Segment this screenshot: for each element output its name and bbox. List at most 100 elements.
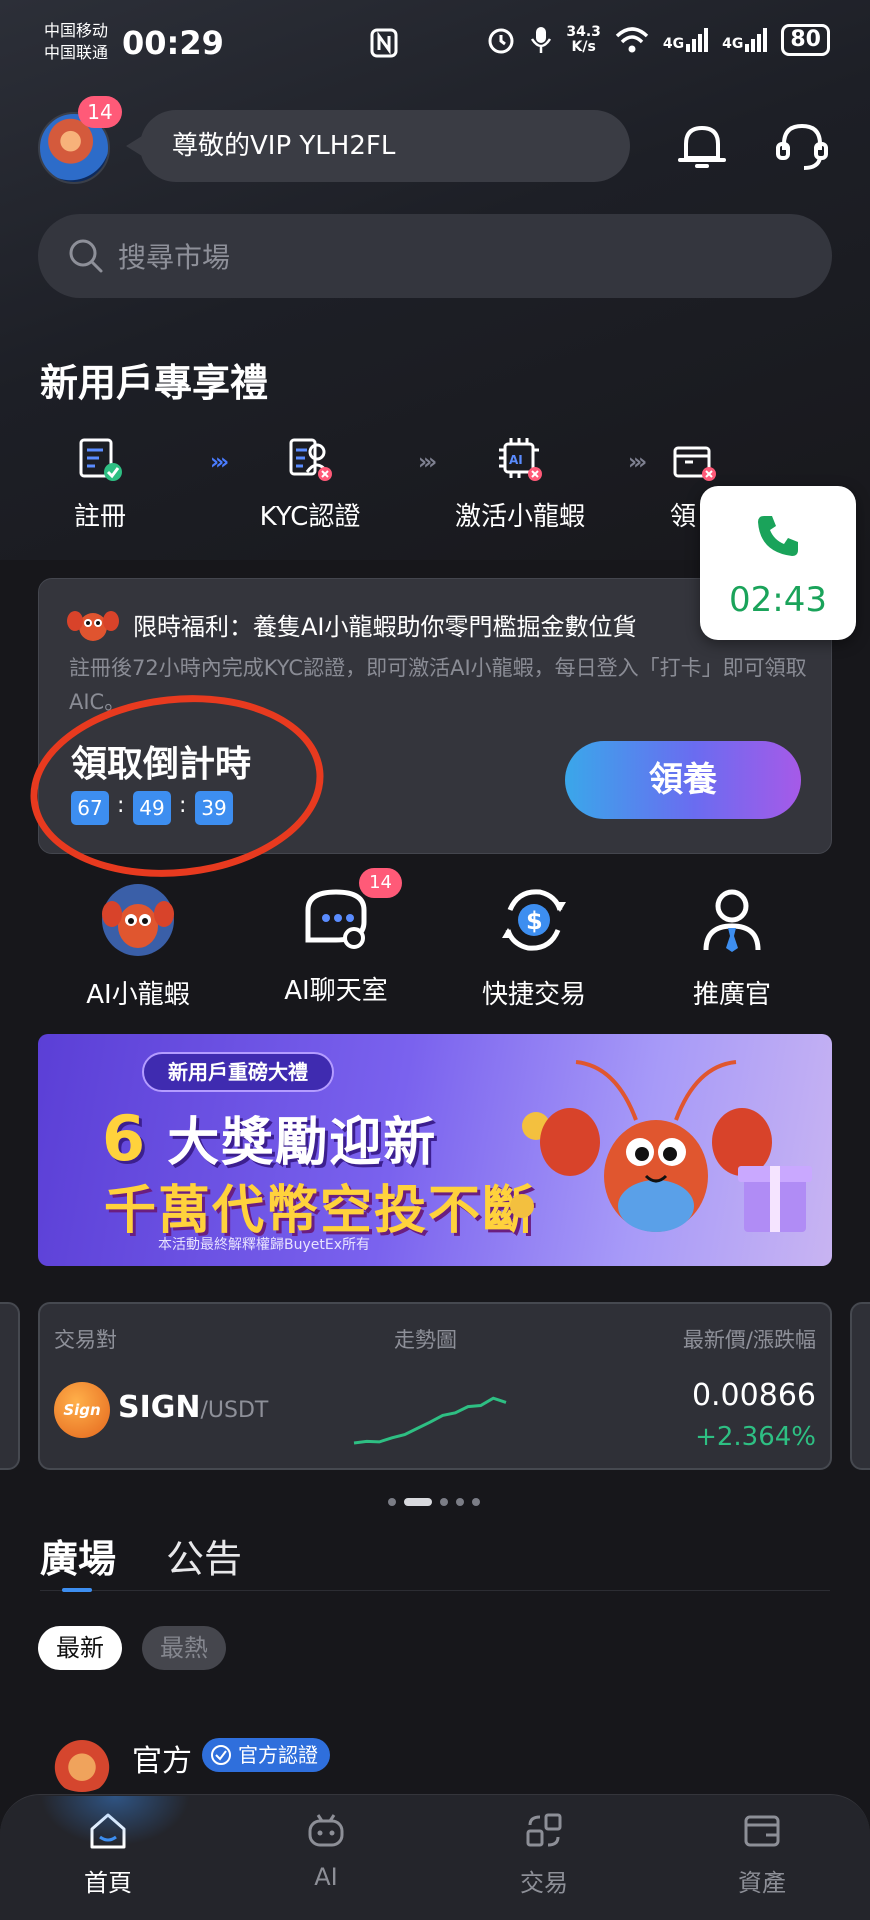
post-author-avatar[interactable] <box>46 1730 118 1792</box>
banner-headline-text: 大獎勵迎新 <box>167 1113 438 1173</box>
quick-entry-lobster[interactable]: AI小龍蝦 <box>38 880 238 1011</box>
gift-box-icon <box>673 446 716 481</box>
nav-ai-label: AI <box>314 1863 338 1891</box>
carousel-dot <box>388 1498 396 1506</box>
step-register-label: 註冊 <box>73 502 126 532</box>
lobster-mascot-illustration <box>510 1060 812 1232</box>
notification-bell-icon[interactable] <box>672 116 732 176</box>
chatroom-badge: 14 <box>359 868 402 898</box>
post-author-name[interactable]: 官方 <box>132 1736 192 1780</box>
tab-divider <box>40 1590 830 1591</box>
nav-ai[interactable]: AI <box>256 1809 396 1891</box>
signal-2: 4G <box>722 28 768 52</box>
status-icons: 34.3 K/s 4G 4G 80 <box>486 24 830 56</box>
nav-assets-label: 資產 <box>738 1869 786 1897</box>
carousel-dots <box>388 1498 480 1506</box>
quick-entry-label: AI小龍蝦 <box>86 980 190 1010</box>
nfc-icon <box>370 28 398 58</box>
signal-1-label: 4G <box>662 36 685 52</box>
quick-entry-chatroom[interactable]: 14 AI聊天室 <box>236 868 436 1007</box>
banner-headline-1: 6 大獎勵迎新 <box>102 1100 437 1175</box>
step-register[interactable]: 註冊 <box>10 436 190 533</box>
newcomer-section-title: 新用戶專享禮 <box>40 361 269 405</box>
quick-entry-quick-trade[interactable]: $ 快捷交易 <box>434 880 634 1011</box>
signal-bars-icon <box>686 28 709 52</box>
call-overlay[interactable]: 02:43 <box>700 486 856 640</box>
market-search-input[interactable]: 搜尋市場 <box>38 214 832 298</box>
carousel-dot <box>456 1498 464 1506</box>
chat-room-icon-wrap: 14 <box>296 868 402 960</box>
alarm-icon <box>488 28 514 54</box>
status-time: 00:29 <box>122 24 224 62</box>
carrier-2: 中国联通 <box>44 43 109 62</box>
pair-base: SIGN <box>118 1390 201 1425</box>
status-bar: 中国移动 中国联通 00:29 34.3 K/s 4G 4G 80 <box>0 0 870 90</box>
battery-indicator: 80 <box>781 24 830 56</box>
step-kyc[interactable]: KYC認證 <box>220 436 400 533</box>
filter-hottest[interactable]: 最熱 <box>142 1626 226 1670</box>
call-duration: 02:43 <box>729 580 827 620</box>
carrier-labels: 中国移动 中国联通 <box>44 20 108 64</box>
market-card-prev[interactable] <box>0 1302 20 1470</box>
vip-greeting[interactable]: 尊敬的VIP YLH2FL <box>126 110 630 182</box>
verified-label: 官方認證 <box>238 1743 318 1767</box>
ai-bot-icon <box>308 1814 344 1847</box>
phone-icon <box>758 516 798 556</box>
customer-service-icon[interactable] <box>772 116 832 176</box>
net-speed-unit: K/s <box>571 39 596 55</box>
quick-trade-icon: $ <box>502 889 566 951</box>
promoter-icon <box>703 889 761 952</box>
step-arrow-icon: ››› <box>628 450 647 475</box>
promo-title: 限時福利：養隻AI小龍蝦助你零門檻掘金數位貨 <box>133 613 637 641</box>
nav-assets[interactable]: 資產 <box>692 1809 832 1898</box>
banner-footnote: 本活動最終解釋權歸BuyetEx所有 <box>158 1237 370 1253</box>
svg-text:$: $ <box>526 907 543 935</box>
register-icon <box>79 438 122 481</box>
wallet-icon <box>744 1815 780 1847</box>
official-verified-badge: 官方認證 <box>202 1738 330 1772</box>
nav-trade[interactable]: 交易 <box>474 1809 614 1898</box>
active-tab-indicator <box>62 1588 92 1592</box>
tab-plaza[interactable]: 廣場 <box>40 1528 116 1583</box>
quick-entry-promoter[interactable]: 推廣官 <box>632 880 832 1011</box>
pair-quote: /USDT <box>200 1398 269 1423</box>
search-placeholder: 搜尋市場 <box>118 241 231 274</box>
adopt-button[interactable]: 領養 <box>565 741 801 819</box>
step-activate-lobster[interactable]: AI 激活小龍蝦 <box>430 436 610 533</box>
banner-headline-2: 千萬代幣空投不斷 <box>104 1181 537 1241</box>
net-speed-value: 34.3 <box>566 24 601 40</box>
search-icon <box>69 239 103 273</box>
sign-coin-logo: Sign <box>54 1382 110 1438</box>
signal-1: 4G <box>662 28 709 52</box>
banner-chip: 新用戶重磅大禮 <box>142 1052 334 1092</box>
quick-entry-label: 推廣官 <box>692 980 771 1010</box>
trade-icon <box>526 1813 562 1847</box>
col-price-header: 最新價/漲跌幅 <box>682 1328 816 1352</box>
col-pair-header: 交易對 <box>54 1328 117 1352</box>
nav-trade-label: 交易 <box>520 1869 568 1897</box>
price-change: +2.364% <box>695 1422 816 1452</box>
ai-chip-icon: AI <box>499 438 542 481</box>
nav-home-label: 首頁 <box>84 1869 132 1897</box>
banner-headline-number: 6 <box>102 1102 148 1175</box>
col-trend-header: 走勢圖 <box>394 1328 457 1352</box>
signal-2-label: 4G <box>722 36 744 52</box>
svg-text:AI: AI <box>509 453 523 467</box>
latest-price: 0.00866 <box>691 1378 816 1413</box>
carousel-dot <box>472 1498 480 1506</box>
market-ticker-card[interactable]: 交易對 走勢圖 最新價/漲跌幅 Sign SIGN/USDT 0.00866 +… <box>38 1302 832 1470</box>
promo-banner[interactable]: 新用戶重磅大禮 6 大獎勵迎新 千萬代幣空投不斷 本活動最終解釋權歸BuyetE… <box>38 1034 832 1266</box>
verified-check-icon <box>211 1745 231 1765</box>
step-kyc-label: KYC認證 <box>259 502 361 532</box>
market-card-next[interactable] <box>850 1302 870 1470</box>
microphone-icon <box>531 27 552 53</box>
wifi-icon <box>615 27 649 53</box>
trading-pair: SIGN/USDT <box>118 1390 268 1425</box>
tab-announcement[interactable]: 公告 <box>166 1528 242 1583</box>
carousel-dot <box>440 1498 448 1506</box>
trend-line <box>353 1396 507 1445</box>
lobster-icon <box>102 884 174 956</box>
net-speed: 34.3 K/s <box>566 25 601 55</box>
carousel-dot-active <box>404 1498 432 1506</box>
filter-latest[interactable]: 最新 <box>38 1626 122 1670</box>
